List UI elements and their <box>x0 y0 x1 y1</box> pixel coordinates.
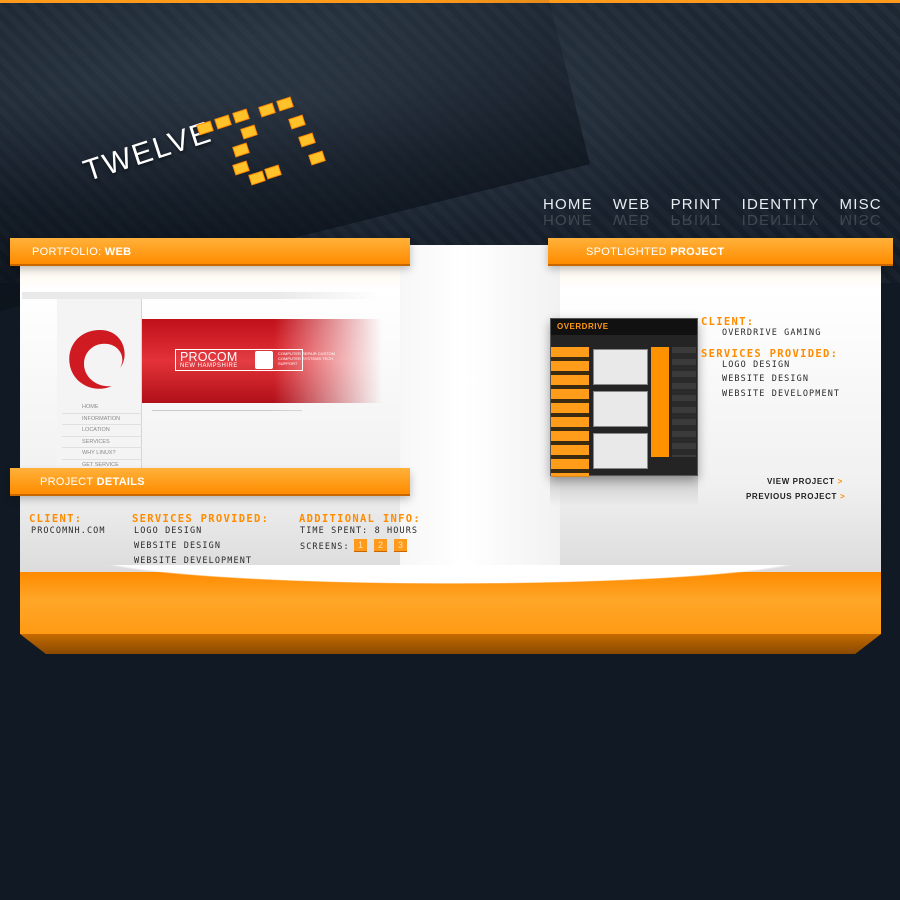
overdrive-content-block <box>593 433 648 469</box>
project-details-header: PROJECT DETAILS <box>10 468 410 494</box>
spotlight-client-value: OVERDRIVE GAMING <box>722 328 822 338</box>
procom-brand: PROCOM <box>180 350 238 364</box>
portfolio-header-strong: WEB <box>104 246 132 258</box>
preview-menu-item: LOCATION <box>62 425 142 437</box>
overdrive-side-strip <box>551 347 589 477</box>
site-logo[interactable]: TWELVE <box>79 95 360 225</box>
spotlight-preview-reflection <box>550 476 698 506</box>
spotlight-header-prefix: SPOTLIGHTED <box>586 246 671 258</box>
preview-menu: HOME INFORMATION LOCATION SERVICES WHY L… <box>62 402 142 470</box>
preview-url-bar <box>152 404 302 411</box>
main-nav: HOME HOME WEB WEB PRINT PRINT IDENTITY I… <box>543 196 882 228</box>
spotlight-service-item: WEBSITE DESIGN <box>722 374 810 384</box>
details-service-item: LOGO DESIGN <box>134 526 203 536</box>
procom-swirl-icon <box>69 330 125 389</box>
details-client-label: CLIENT: <box>29 513 83 525</box>
chevron-right-icon: > <box>839 492 846 501</box>
details-additional-label: ADDITIONAL INFO: <box>299 513 421 525</box>
overdrive-right-column <box>672 347 696 457</box>
spotlight-service-item: WEBSITE DEVELOPMENT <box>722 389 841 399</box>
nav-print-label: PRINT <box>670 196 722 213</box>
spotlight-services-label: SERVICES PROVIDED: <box>701 348 839 360</box>
nav-web[interactable]: WEB WEB <box>612 196 651 228</box>
procom-tagline: COMPUTER REPAIR CUSTOM COMPUTER SYSTEMS … <box>278 351 335 366</box>
portfolio-header-prefix: PORTFOLIO: <box>32 246 105 258</box>
logo-21-mark-icon <box>196 96 326 186</box>
preview-menu-item: HOME <box>62 402 142 414</box>
nav-identity[interactable]: IDENTITY IDENTITY <box>741 196 820 228</box>
chevron-right-icon: > <box>837 477 843 486</box>
previous-project-label: PREVIOUS PROJECT <box>746 492 837 501</box>
panel-divider-area <box>400 245 560 572</box>
nav-identity-label: IDENTITY <box>741 196 820 213</box>
details-services-label: SERVICES PROVIDED: <box>132 513 270 525</box>
nav-print[interactable]: PRINT PRINT <box>670 196 722 228</box>
details-header-strong: DETAILS <box>96 476 145 488</box>
details-service-item: WEBSITE DESIGN <box>134 541 222 551</box>
preview-topbar <box>22 292 382 299</box>
nav-web-label: WEB <box>612 196 651 213</box>
overdrive-content-block <box>593 391 648 427</box>
spotlight-header-strong: PROJECT <box>670 246 725 258</box>
overdrive-content-block <box>593 349 648 385</box>
overdrive-header: OVERDRIVE <box>551 319 697 335</box>
nav-misc-label: MISC <box>839 196 882 213</box>
screen-button-1[interactable]: 1 <box>354 539 367 551</box>
view-project-link[interactable]: VIEW PROJECT > <box>767 477 843 486</box>
screen-button-2[interactable]: 2 <box>374 539 387 551</box>
preview-menu-item: INFORMATION <box>62 414 142 425</box>
project-preview-procom[interactable]: PROCOM NEW HAMPSHIRE COMPUTER REPAIR CUS… <box>22 292 382 470</box>
procom-mark-icon <box>255 351 273 369</box>
overdrive-logo: OVERDRIVE <box>557 322 609 331</box>
nav-misc[interactable]: MISC MISC <box>839 196 882 228</box>
details-screens-label: SCREENS: <box>300 542 350 552</box>
screen-button-3[interactable]: 3 <box>394 539 407 551</box>
nav-home[interactable]: HOME HOME <box>543 196 593 228</box>
previous-project-link[interactable]: PREVIOUS PROJECT > <box>746 492 845 501</box>
portfolio-web-header: PORTFOLIO: WEB <box>10 238 410 264</box>
panel-footer-curve <box>20 565 881 589</box>
details-header-prefix: PROJECT <box>40 476 97 488</box>
spotlight-client-label: CLIENT: <box>701 316 755 328</box>
overdrive-orange-column <box>651 347 669 457</box>
details-time-spent: TIME SPENT: 8 HOURS <box>300 526 419 536</box>
spotlight-preview-overdrive[interactable]: OVERDRIVE <box>550 318 698 477</box>
spotlighted-project-header: SPOTLIGHTED PROJECT <box>548 238 893 264</box>
view-project-label: VIEW PROJECT <box>767 477 835 486</box>
panel-footer-shadow <box>20 634 881 654</box>
procom-brand-sub: NEW HAMPSHIRE <box>180 363 238 369</box>
details-client-value: PROCOMNH.COM <box>31 526 106 536</box>
preview-menu-item: SERVICES <box>62 437 142 448</box>
nav-home-label: HOME <box>543 196 593 213</box>
details-service-item: WEBSITE DEVELOPMENT <box>134 556 253 566</box>
preview-menu-item: WHY LINUX? <box>62 448 142 460</box>
spotlight-service-item: LOGO DESIGN <box>722 360 791 370</box>
